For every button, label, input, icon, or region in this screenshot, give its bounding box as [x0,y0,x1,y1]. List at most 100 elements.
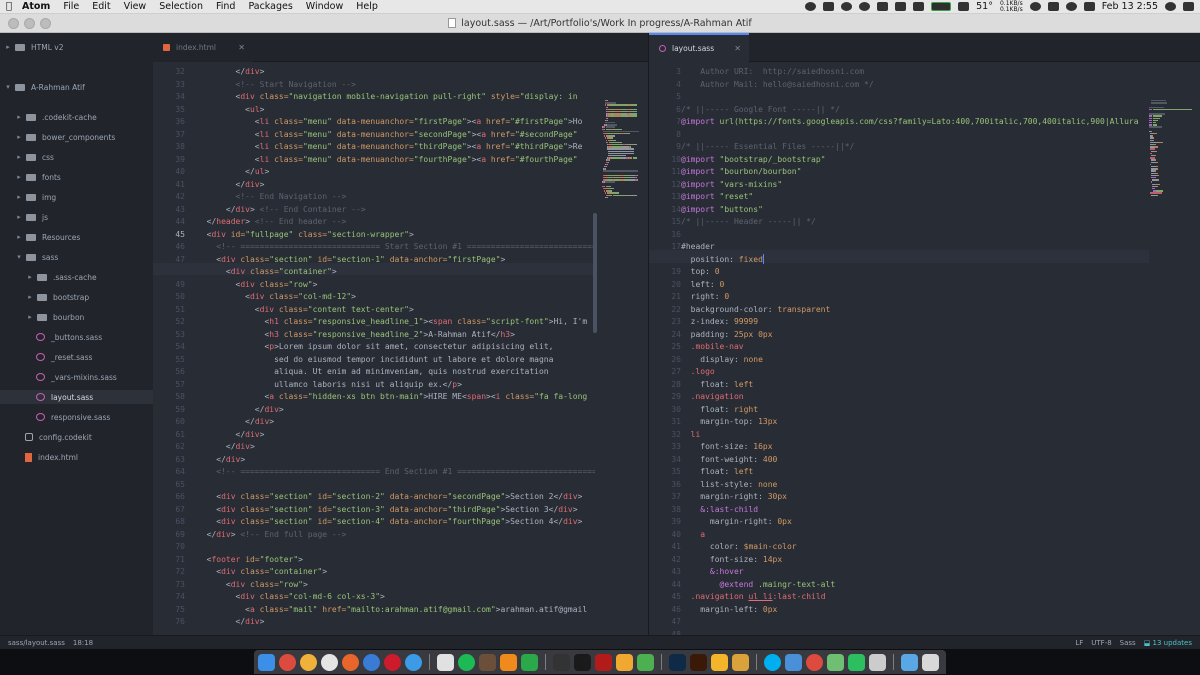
illustrator-icon[interactable] [690,653,707,671]
tab-layout-sass[interactable]: layout.sass ✕ [649,33,749,62]
minimap[interactable] [601,62,646,635]
tree-item[interactable]: ▾ sass [0,250,58,264]
network-speed[interactable]: 0.1KB/s 0.1KB/s [1000,0,1023,13]
tree-item[interactable]: _reset.sass [0,350,92,364]
wifi-icon[interactable] [1065,2,1077,11]
close-tab-icon[interactable]: ✕ [734,44,741,53]
sync-icon[interactable] [841,2,853,11]
chevron-right-icon[interactable]: ▸ [26,273,34,281]
tree-item[interactable]: ▸ fonts [0,170,61,184]
code-editor[interactable]: Author URI: http://saiedhosni.com Author… [681,62,1148,635]
cursor-position[interactable]: 18:18 [73,639,93,647]
code-editor[interactable]: </div> <!-- Start Navigation --> <div cl… [197,62,595,635]
chevron-right-icon[interactable]: ▸ [15,173,23,181]
tree-item[interactable]: ▸ img [0,190,56,204]
mail-icon[interactable] [823,2,835,11]
opera-icon[interactable] [384,653,401,671]
tree-item[interactable]: ▾ A-Rahman Atif [0,80,85,94]
shield-icon[interactable] [895,2,907,11]
app-icon[interactable] [479,653,496,671]
chrome-canary-icon[interactable] [300,653,317,671]
evernote-icon[interactable] [848,653,865,671]
menu-find[interactable]: Find [216,1,235,12]
chevron-right-icon[interactable]: ▸ [15,193,23,201]
app-icon[interactable] [637,653,654,671]
bluetooth-icon[interactable] [1029,2,1041,11]
tree-item[interactable]: ▸ .codekit-cache [0,110,97,124]
sketch-icon[interactable] [711,653,728,671]
tree-item[interactable]: index.html [0,450,78,464]
tree-item[interactable]: ▸ bourbon [0,310,84,324]
chevron-right-icon[interactable]: ▸ [15,233,23,241]
battery-level-icon[interactable] [1083,2,1095,11]
chevron-right-icon[interactable]: ▸ [4,43,12,51]
tree-item[interactable]: ▸ Resources [0,230,80,244]
menu-view[interactable]: View [124,1,147,12]
dropbox-icon[interactable] [805,2,817,11]
encoding[interactable]: UTF-8 [1091,639,1111,647]
safari-icon[interactable] [405,653,422,671]
codekit-icon[interactable] [616,653,633,671]
volume-icon[interactable] [1047,2,1059,11]
notification-center-icon[interactable] [1183,2,1194,11]
vlc-icon[interactable] [500,653,517,671]
chevron-right-icon[interactable]: ▸ [15,153,23,161]
filezilla-icon[interactable] [595,653,612,671]
apple-icon[interactable]:  [6,1,12,12]
line-ending[interactable]: LF [1075,639,1083,647]
app-menu[interactable]: Atom [22,1,50,12]
chrome-icon[interactable] [806,653,823,671]
package-updates[interactable]: ⬓ 13 updates [1144,639,1192,647]
menu-file[interactable]: File [63,1,79,12]
menu-packages[interactable]: Packages [248,1,292,12]
cpu-icon[interactable] [958,2,970,11]
close-window-button[interactable] [8,18,19,29]
chevron-down-icon[interactable]: ▾ [15,253,23,261]
tree-item[interactable]: _buttons.sass [0,330,102,344]
menu-window[interactable]: Window [306,1,343,12]
tree-item[interactable]: ▸ .sass-cache [0,270,96,284]
clock-icon[interactable] [859,2,871,11]
spotify-icon[interactable] [458,653,475,671]
chevron-down-icon[interactable]: ▾ [4,83,12,91]
app-icon[interactable] [785,653,802,671]
chevron-right-icon[interactable]: ▸ [15,133,23,141]
app-icon[interactable] [827,653,844,671]
firefox-dev-icon[interactable] [363,653,380,671]
tree-item[interactable]: ▸ bootstrap [0,290,89,304]
vertical-scrollbar[interactable] [593,213,597,333]
tab-index-html[interactable]: index.html ✕ [153,33,253,62]
skype-icon[interactable] [764,653,781,671]
menu-selection[interactable]: Selection [159,1,203,12]
grammar[interactable]: Sass [1120,639,1136,647]
clock-datetime[interactable]: Feb 13 2:55 [1102,1,1158,12]
tree-item[interactable]: ▸ HTML v2 [0,40,63,54]
chevron-right-icon[interactable]: ▸ [15,113,23,121]
chevron-right-icon[interactable]: ▸ [15,213,23,221]
trash-icon[interactable] [922,653,939,671]
finder-icon[interactable] [258,653,275,671]
downloads-folder-icon[interactable] [901,653,918,671]
battery-icon[interactable] [913,2,925,11]
chrome-icon[interactable] [279,653,296,671]
github-icon[interactable] [553,653,570,671]
terminal-icon[interactable] [574,653,591,671]
activity-monitor-icon[interactable] [931,2,952,11]
temperature[interactable]: 51° [976,1,993,12]
itunes-icon[interactable] [437,653,454,671]
app-icon[interactable] [869,653,886,671]
minimap[interactable] [1149,62,1200,635]
minimize-window-button[interactable] [24,18,35,29]
tree-item[interactable]: _vars-mixins.sass [0,370,117,384]
tree-item[interactable]: responsive.sass [0,410,110,424]
clock-icon[interactable] [321,653,338,671]
search-icon[interactable] [1165,2,1176,11]
firefox-icon[interactable] [342,653,359,671]
tree-item[interactable]: config.codekit [0,430,92,444]
chevron-right-icon[interactable]: ▸ [26,293,34,301]
tree-item[interactable]: ▸ js [0,210,48,224]
photoshop-icon[interactable] [669,653,686,671]
chevron-right-icon[interactable]: ▸ [26,313,34,321]
app-icon[interactable] [732,653,749,671]
close-tab-icon[interactable]: ✕ [238,43,245,52]
